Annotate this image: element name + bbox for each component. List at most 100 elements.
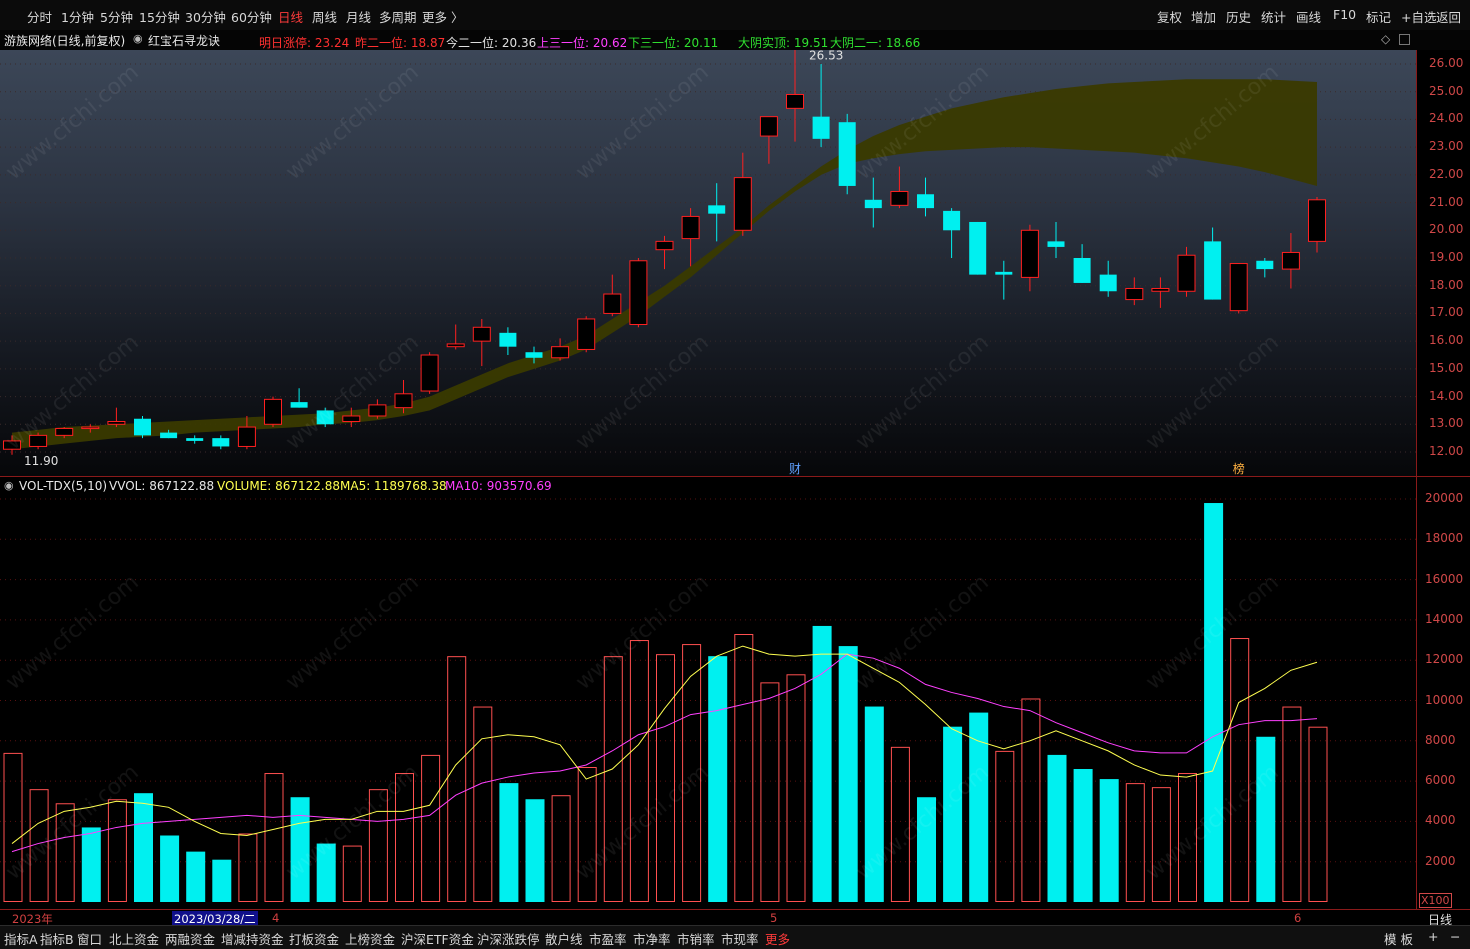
volume-bar bbox=[1125, 783, 1145, 902]
price-tick-label: 19.00 bbox=[1429, 250, 1464, 264]
period-tab-more[interactable]: 更多 〉 bbox=[422, 7, 463, 26]
indicator-tab-2[interactable]: 窗口 bbox=[77, 929, 102, 948]
diamond-icon[interactable]: ◇ bbox=[1381, 32, 1390, 46]
indicator-name[interactable]: 红宝石寻龙诀 bbox=[148, 32, 220, 49]
period-tab-daily[interactable]: 日线 bbox=[278, 7, 303, 26]
add-watchlist-button[interactable]: +自选 bbox=[1401, 7, 1436, 26]
plus-icon[interactable]: + bbox=[1428, 929, 1438, 944]
volume-tick-label: 16000 bbox=[1425, 571, 1464, 586]
candle-body bbox=[733, 177, 752, 231]
volume-bar bbox=[473, 706, 493, 902]
candle-body bbox=[629, 260, 648, 326]
candle bbox=[655, 235, 674, 270]
candle-body bbox=[1020, 229, 1039, 278]
candle-body bbox=[525, 352, 543, 358]
candle bbox=[1256, 258, 1274, 278]
volume-toggle-icon[interactable]: ◉ bbox=[4, 479, 14, 492]
indicator-tab-13[interactable]: 市销率 bbox=[677, 929, 715, 948]
candle-body bbox=[290, 402, 308, 408]
indicator-tab-7[interactable]: 上榜资金 bbox=[345, 929, 395, 948]
candle-body bbox=[1256, 260, 1274, 270]
volume-bar bbox=[447, 656, 467, 902]
period-tab-multi[interactable]: 多周期 bbox=[379, 7, 417, 26]
indicator-tab-14[interactable]: 市现率 bbox=[721, 929, 759, 948]
candle bbox=[107, 407, 126, 428]
ma5-value: MA5: 1189768.38 bbox=[340, 479, 447, 493]
candle bbox=[1125, 277, 1144, 306]
f10-button[interactable]: F10 bbox=[1333, 7, 1356, 22]
maximize-icon[interactable] bbox=[1399, 34, 1410, 45]
volume-indicator-name[interactable]: VOL-TDX(5,10) bbox=[19, 479, 107, 493]
indicator-tab-0[interactable]: 指标A bbox=[4, 929, 38, 948]
draw-button[interactable]: 画线 bbox=[1296, 7, 1321, 26]
indicator-toggle-icon[interactable]: ◉ bbox=[133, 32, 143, 45]
candle-body bbox=[420, 354, 439, 392]
candle bbox=[186, 435, 204, 444]
period-tab-weekly[interactable]: 周线 bbox=[312, 7, 337, 26]
volume-bar bbox=[1021, 698, 1041, 902]
candle bbox=[943, 208, 961, 258]
candle bbox=[681, 208, 700, 267]
mark-button[interactable]: 标记 bbox=[1366, 7, 1391, 26]
price-tick-label: 26.00 bbox=[1429, 56, 1464, 70]
price-tick-label: 13.00 bbox=[1429, 416, 1464, 431]
indicator-tab-3[interactable]: 北上资金 bbox=[109, 929, 159, 948]
candle-body bbox=[134, 418, 151, 436]
period-tab-5min[interactable]: 5分钟 bbox=[100, 7, 133, 26]
volume-tick-label: 10000 bbox=[1425, 692, 1464, 707]
period-tab-60min[interactable]: 60分钟 bbox=[231, 7, 272, 26]
volume-tick-label: 8000 bbox=[1425, 732, 1456, 747]
fuquan-button[interactable]: 复权 bbox=[1157, 7, 1182, 26]
candle-body bbox=[1308, 199, 1326, 242]
period-tab-30min[interactable]: 30分钟 bbox=[185, 7, 226, 26]
indicator-tab-12[interactable]: 市净率 bbox=[633, 929, 671, 948]
stats-button[interactable]: 统计 bbox=[1261, 7, 1286, 26]
indicator-tab-4[interactable]: 两融资金 bbox=[165, 929, 215, 948]
candle bbox=[472, 318, 491, 367]
indicator-tab-8[interactable]: 沪深ETF资金 bbox=[401, 929, 474, 948]
candle-body bbox=[472, 326, 491, 342]
candle-body bbox=[655, 240, 674, 251]
volume-tick-label: 6000 bbox=[1425, 773, 1456, 788]
indicator-tab-1[interactable]: 指标B bbox=[40, 929, 74, 948]
add-button[interactable]: 增加 bbox=[1191, 7, 1216, 26]
indicator-tab-6[interactable]: 打板资金 bbox=[289, 929, 339, 948]
volume-bar bbox=[264, 773, 284, 903]
indicator-tab-15[interactable]: 更多 bbox=[765, 929, 790, 948]
period-tab-1min[interactable]: 1分钟 bbox=[61, 7, 94, 26]
period-tab-monthly[interactable]: 月线 bbox=[346, 7, 371, 26]
info-value-5: 大阴实顶: 19.51 bbox=[738, 36, 829, 50]
indicator-tab-10[interactable]: 散户线 bbox=[545, 929, 583, 948]
volume-bar bbox=[134, 793, 153, 902]
volume-bar bbox=[107, 799, 127, 902]
candle-body bbox=[342, 415, 361, 423]
month-label-5: 5 bbox=[770, 911, 778, 925]
price-tick-label: 16.00 bbox=[1429, 333, 1464, 348]
back-button[interactable]: 返回 bbox=[1436, 7, 1461, 26]
period-tab-15min[interactable]: 15分钟 bbox=[139, 7, 180, 26]
candle bbox=[890, 166, 909, 209]
history-button[interactable]: 历史 bbox=[1226, 7, 1251, 26]
candle bbox=[1308, 197, 1326, 253]
volume-bar bbox=[786, 674, 806, 902]
indicator-tab-9[interactable]: 沪深涨跌停 bbox=[477, 929, 540, 948]
indicator-tab-5[interactable]: 增减持资金 bbox=[221, 929, 284, 948]
template-button[interactable]: 模 板 bbox=[1384, 929, 1413, 948]
candle bbox=[1073, 244, 1091, 283]
candle bbox=[446, 324, 465, 350]
ma10-value: MA10: 903570.69 bbox=[445, 479, 552, 493]
event-marker: 财 bbox=[789, 462, 801, 476]
minus-icon[interactable]: − bbox=[1450, 929, 1460, 944]
candle-body bbox=[1204, 241, 1222, 300]
candle-body bbox=[1099, 274, 1117, 292]
volume-bar bbox=[81, 827, 101, 902]
indicator-tab-11[interactable]: 市盈率 bbox=[589, 929, 627, 948]
candle-body bbox=[160, 432, 178, 439]
candle bbox=[368, 399, 387, 419]
candle bbox=[1020, 224, 1039, 292]
period-tab-fenshi[interactable]: 分时 bbox=[27, 7, 52, 26]
candle-body bbox=[1125, 287, 1144, 301]
info-value-1: 昨二一位: 18.87 bbox=[355, 36, 446, 50]
candle-body bbox=[394, 393, 413, 409]
candle bbox=[708, 183, 726, 242]
